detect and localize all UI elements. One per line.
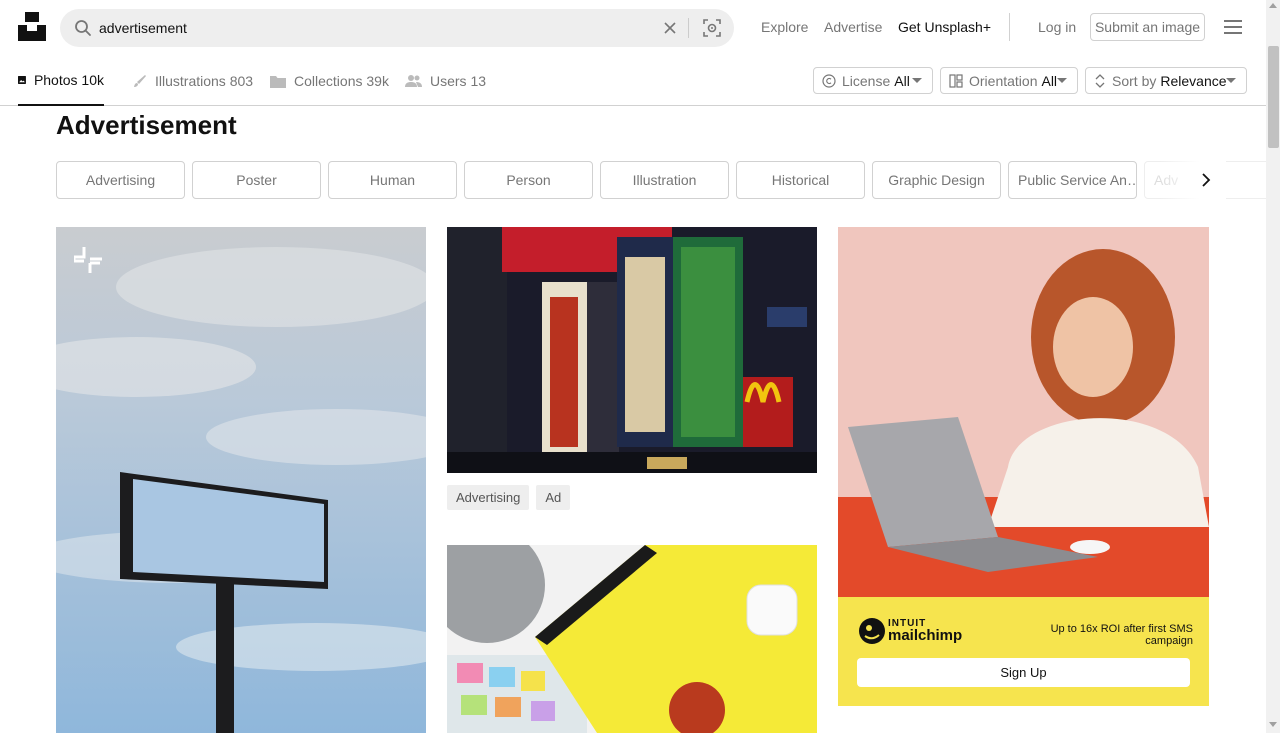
billboard-photo-image (56, 227, 426, 733)
chips-fade-overlay (1160, 158, 1226, 202)
tab-collections-label: Collections (294, 72, 363, 89)
ad-brand-line2: mailchimp (888, 627, 963, 644)
sponsored-ad[interactable]: INTUIT mailchimp Up to 16x ROI after fir… (838, 227, 1209, 706)
tab-photos-count: 10k (81, 72, 104, 88)
times-square-photo-image (447, 227, 817, 473)
related-chip[interactable]: Public Service An… (1008, 161, 1137, 199)
scroll-up-arrow-icon[interactable] (1269, 3, 1277, 8)
close-icon[interactable] (662, 20, 678, 36)
submit-image-button[interactable]: Submit an image (1090, 13, 1205, 41)
design-book-photo[interactable] (447, 545, 817, 733)
scroll-down-arrow-icon[interactable] (1269, 722, 1277, 727)
orientation-filter-label: Orientation (969, 72, 1038, 89)
ad-photo-image (838, 227, 1209, 597)
related-chip[interactable]: Graphic Design (872, 161, 1001, 199)
related-chip[interactable]: Poster (192, 161, 321, 199)
tab-illustrations-label: Illustrations (155, 72, 226, 89)
sort-filter[interactable]: Sort by Relevance (1085, 67, 1247, 94)
times-square-photo[interactable] (447, 227, 817, 473)
sort-icon (1095, 73, 1105, 88)
search-icon[interactable] (74, 19, 92, 37)
photo-icon (18, 76, 26, 84)
users-icon (405, 74, 422, 87)
search-divider (688, 18, 689, 38)
photo-tag[interactable]: Ad (536, 485, 571, 510)
tab-illustrations[interactable]: Illustrations 803 (133, 56, 253, 105)
tab-users-count: 13 (470, 72, 487, 89)
tab-collections[interactable]: Collections 39k (270, 56, 389, 105)
scrollbar-thumb[interactable] (1268, 46, 1279, 148)
nav-divider (1009, 13, 1010, 41)
chevron-down-icon (912, 78, 922, 83)
tab-users[interactable]: Users 13 (405, 56, 486, 105)
tab-photos-label: Photos (33, 72, 78, 88)
top-bar: Explore Advertise Get Unsplash+ Log in S… (0, 0, 1266, 56)
tab-users-label: Users (430, 72, 467, 89)
folder-icon (270, 75, 286, 88)
ad-tagline: Up to 16x ROI after first SMS campaign (1050, 623, 1193, 647)
orientation-filter[interactable]: Orientation All (940, 67, 1078, 94)
page-title: Advertisement (56, 110, 237, 140)
nav-explore-link[interactable]: Explore (761, 19, 808, 35)
tab-collections-count: 39k (366, 72, 389, 89)
related-chip[interactable]: Advertising (56, 161, 185, 199)
related-chip[interactable]: Illustration (600, 161, 729, 199)
license-filter[interactable]: License All (813, 67, 933, 94)
orientation-filter-value: All (1041, 72, 1058, 89)
photo-tag[interactable]: Advertising (447, 485, 530, 510)
unsplash-logo-icon[interactable] (18, 12, 46, 41)
billboard-photo[interactable] (56, 227, 426, 733)
mailchimp-logo-icon (859, 618, 885, 644)
related-chip[interactable]: Historical (736, 161, 865, 199)
design-book-photo-image (447, 545, 817, 733)
unsplash-plus-icon (74, 247, 102, 273)
related-chip[interactable]: Human (328, 161, 457, 199)
layout-icon (949, 73, 963, 88)
search-bar (60, 9, 734, 47)
photo-tags: Advertising Ad (447, 485, 571, 510)
ad-signup-button[interactable]: Sign Up (857, 658, 1190, 687)
sort-filter-label: Sort by (1112, 72, 1157, 89)
chevron-right-icon[interactable] (1197, 171, 1215, 189)
license-filter-value: All (894, 72, 910, 89)
copyright-icon (822, 73, 836, 88)
media-tabs-bar: Photos 10k Illustrations 803 Collections… (0, 56, 1266, 106)
brush-icon (134, 74, 146, 87)
related-chip[interactable]: Person (464, 161, 593, 199)
license-filter-label: License (842, 72, 891, 89)
hamburger-menu-icon[interactable] (1224, 20, 1242, 34)
visual-search-icon[interactable] (702, 18, 722, 38)
search-input[interactable] (99, 9, 659, 47)
sort-filter-value: Relevance (1160, 72, 1227, 89)
chevron-down-icon (1226, 78, 1236, 83)
login-link[interactable]: Log in (1038, 19, 1076, 35)
nav-get-plus-link[interactable]: Get Unsplash+ (898, 19, 991, 35)
page: Explore Advertise Get Unsplash+ Log in S… (0, 0, 1280, 733)
chevron-down-icon (1057, 78, 1067, 83)
tab-illustrations-count: 803 (229, 72, 254, 89)
tab-photos[interactable]: Photos 10k (18, 56, 104, 106)
nav-advertise-link[interactable]: Advertise (824, 19, 882, 35)
